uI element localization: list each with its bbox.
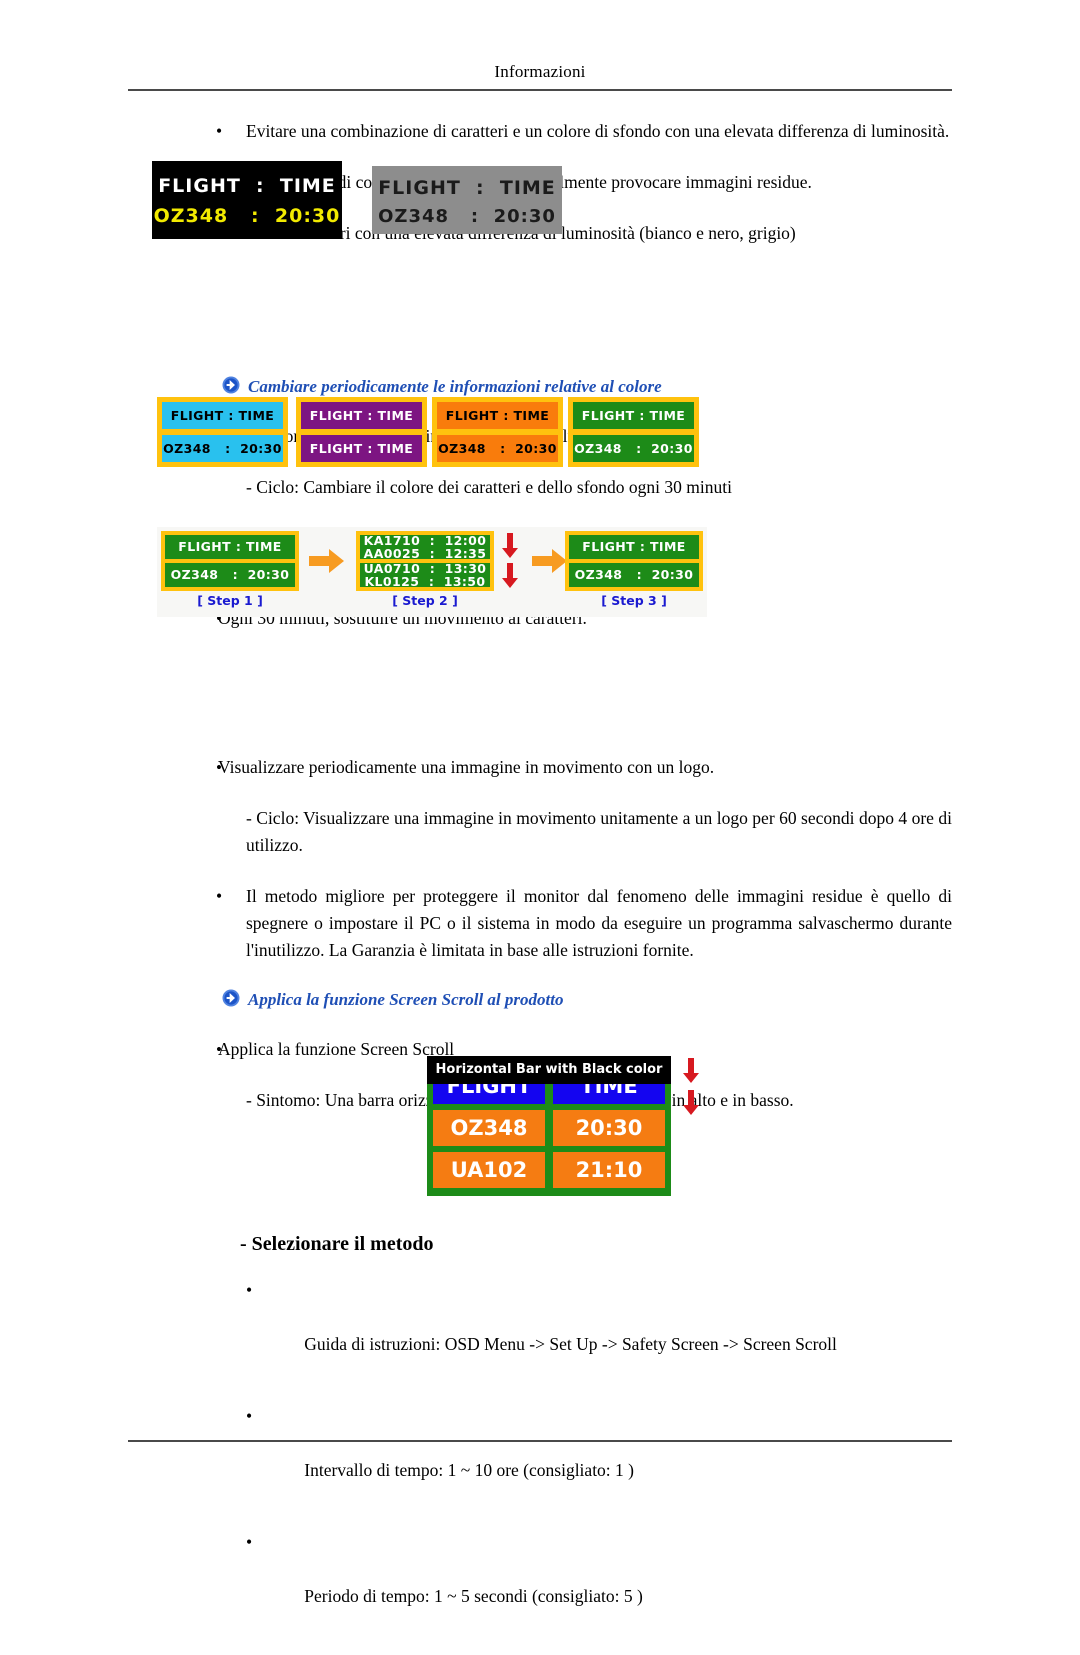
blue-circle-arrow-icon: [222, 989, 240, 1007]
board-row-2: UA102 21:10: [433, 1152, 665, 1188]
blue-circle-arrow-icon: [222, 376, 240, 394]
bullet-item-immagine-logo: • Visualizzare periodicamente una immagi…: [128, 754, 952, 781]
board-cell-time: 21:10: [553, 1152, 665, 1188]
black-scroll-bar-label: Horizontal Bar with Black color: [427, 1056, 671, 1084]
header-divider: [128, 89, 952, 91]
board-scroll-cell-1: KA1710 : 12:00 AA0025 : 12:35: [360, 535, 490, 559]
board-line-2: OZ348 : 20:30: [162, 435, 283, 462]
board-line-1: FLIGHT : TIME: [158, 175, 336, 197]
color-board-purple: FLIGHT : TIME FLIGHT : TIME: [296, 397, 427, 467]
red-down-arrow-icon: [502, 563, 518, 589]
bullet-icon: •: [246, 1532, 253, 1552]
board-line-2: OZ348 : 20:30: [573, 435, 694, 462]
board-line-2: FLIGHT : TIME: [301, 435, 422, 462]
bullet-icon: •: [246, 1406, 253, 1426]
board-scroll-cell-2: UA0710 : 13:30 KL0125 : 13:50: [360, 563, 490, 587]
bullet-icon: •: [216, 758, 222, 777]
figure-step-sequence: FLIGHT : TIME OZ348 : 20:30 [ Step 1 ] K…: [157, 527, 707, 617]
red-down-arrow-icon: [502, 533, 518, 559]
red-down-arrow-icon: [683, 1090, 699, 1116]
section-heading-text: Applica la funzione Screen Scroll al pro…: [248, 990, 564, 1009]
list-item-label: Guida di istruzioni: OSD Menu -> Set Up …: [304, 1334, 837, 1354]
page-header-title: Informazioni: [494, 62, 586, 81]
bullet-item-luminosita: • Evitare una combinazione di caratteri …: [128, 118, 952, 145]
board-line-2: OZ348 : 20:30: [165, 563, 295, 587]
board-row-1: OZ348 20:30: [433, 1110, 665, 1146]
section-heading-screen-scroll: Applica la funzione Screen Scroll al pro…: [128, 988, 952, 1012]
figure-color-cycle-boards: FLIGHT : TIME OZ348 : 20:30 FLIGHT : TIM…: [157, 397, 707, 469]
list-item-label: Periodo di tempo: 1 ~ 5 secondi (consigl…: [304, 1586, 643, 1606]
board-line-2: OZ348 : 20:30: [378, 206, 556, 227]
paragraph-ciclo-colore: - Ciclo: Cambiare il colore dei caratter…: [246, 477, 732, 497]
figure-horizontal-black-bar: FLIGHT TIME OZ348 20:30 UA102 21:10 Hori…: [411, 1056, 711, 1206]
list-item-label: Intervallo di tempo: 1 ~ 10 ore (consigl…: [304, 1460, 634, 1480]
bullet-icon: •: [246, 1280, 253, 1300]
board-cell-time: 20:30: [553, 1110, 665, 1146]
board-line-1: FLIGHT : TIME: [301, 402, 422, 429]
board-cell-flightno: OZ348: [433, 1110, 545, 1146]
step-board-2: KA1710 : 12:00 AA0025 : 12:35 UA0710 : 1…: [356, 531, 494, 591]
flight-board-black: FLIGHT : TIME OZ348 : 20:30: [152, 161, 342, 239]
flight-board-grey: FLIGHT : TIME OZ348 : 20:30: [372, 166, 562, 234]
paragraph-ciclo-logo: - Ciclo: Visualizzare una immagine in mo…: [246, 808, 952, 855]
bullet-icon: •: [216, 1040, 222, 1059]
bullet-icon: •: [216, 121, 223, 141]
board-line-2: OZ348 : 20:30: [153, 205, 341, 227]
step-board-1: FLIGHT : TIME OZ348 : 20:30: [161, 531, 299, 591]
bullet-text: Visualizzare periodicamente una immagine…: [218, 757, 715, 777]
list-item: • Intervallo di tempo: 1 ~ 10 ore (consi…: [246, 1403, 956, 1511]
bullet-item-metodo-migliore: • Il metodo migliore per proteggere il m…: [128, 883, 952, 964]
list-item: • Guida di istruzioni: OSD Menu -> Set U…: [246, 1277, 956, 1385]
board-line-2: OZ348 : 20:30: [569, 563, 699, 587]
scroll-line-bottom: KL0125 : 13:50: [364, 574, 486, 588]
board-cell-flightno: UA102: [433, 1152, 545, 1188]
section-title-selezionare-metodo: - Selezionare il metodo: [240, 1233, 434, 1255]
board-line-2: OZ348 : 20:30: [437, 435, 558, 462]
bullet-icon: •: [216, 886, 223, 906]
section-heading-text: Cambiare periodicamente le informazioni …: [248, 377, 662, 396]
board-line-1: FLIGHT : TIME: [569, 535, 699, 559]
red-down-arrow-icon: [683, 1058, 699, 1084]
bottom-bullet-list: • Guida di istruzioni: OSD Menu -> Set U…: [246, 1277, 956, 1655]
orange-right-arrow-icon: [532, 547, 568, 575]
step-label-1: [ Step 1 ]: [197, 593, 263, 608]
figure-contrast-boards: FLIGHT : TIME OZ348 : 20:30 FLIGHT : TIM…: [152, 161, 562, 239]
color-board-cyan: FLIGHT : TIME OZ348 : 20:30: [157, 397, 288, 467]
orange-right-arrow-icon: [309, 547, 345, 575]
document-page: Informazioni • Evitare una combinazione …: [0, 0, 1080, 1606]
section-heading-cambiare-colore: Cambiare periodicamente le informazioni …: [128, 375, 952, 399]
board-line-1: FLIGHT : TIME: [378, 177, 556, 199]
bullet-text: Il metodo migliore per proteggere il mon…: [246, 886, 952, 960]
bullet-text: Evitare una combinazione di caratteri e …: [246, 121, 950, 141]
step-label-2: [ Step 2 ]: [392, 593, 458, 608]
board-line-1: FLIGHT : TIME: [437, 402, 558, 429]
step-label-3: [ Step 3 ]: [601, 593, 667, 608]
step-board-3: FLIGHT : TIME OZ348 : 20:30: [565, 531, 703, 591]
list-item: • Periodo di tempo: 1 ~ 5 secondi (consi…: [246, 1529, 956, 1637]
board-line-1: FLIGHT : TIME: [165, 535, 295, 559]
board-line-1: FLIGHT : TIME: [573, 402, 694, 429]
scroll-line-bottom: AA0025 : 12:35: [363, 546, 487, 560]
board-line-1: FLIGHT : TIME: [162, 402, 283, 429]
color-board-orange: FLIGHT : TIME OZ348 : 20:30: [432, 397, 563, 467]
color-board-green: FLIGHT : TIME OZ348 : 20:30: [568, 397, 699, 467]
